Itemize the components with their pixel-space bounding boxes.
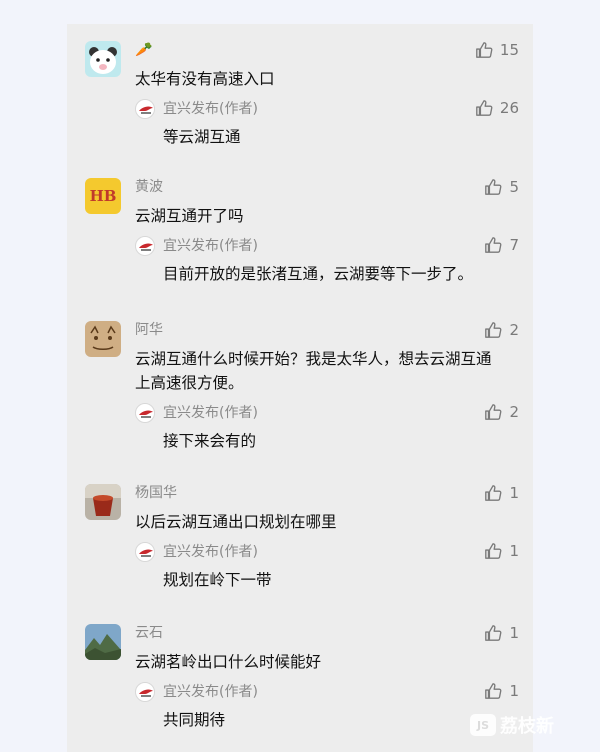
like-count: 1 <box>509 682 519 700</box>
reply-like-button[interactable]: 7 <box>484 236 519 254</box>
author-logo[interactable] <box>135 682 155 702</box>
avatar-panda[interactable] <box>85 41 121 77</box>
reply-author[interactable]: 宜兴发布(作者) <box>163 237 258 255</box>
reply-text: 接下来会有的 <box>163 432 257 450</box>
like-count: 2 <box>509 321 519 339</box>
comment-username[interactable]: 阿华 <box>135 321 163 339</box>
thumbs-up-icon <box>485 404 502 420</box>
reply-author[interactable]: 宜兴发布(作者) <box>163 404 258 422</box>
thumbs-up-icon <box>485 237 502 253</box>
comment-username[interactable]: 🥕 <box>135 41 152 59</box>
like-count: 15 <box>499 41 519 59</box>
reply-author[interactable]: 宜兴发布(作者) <box>163 100 258 118</box>
like-count: 2 <box>509 403 519 421</box>
thumbs-up-icon <box>476 100 493 116</box>
like-count: 1 <box>509 542 519 560</box>
comment-text: 太华有没有高速入口 <box>135 70 275 88</box>
comment-username[interactable]: 黄波 <box>135 178 163 196</box>
avatar-sketch[interactable] <box>85 321 121 357</box>
reply-text: 规划在岭下一带 <box>163 571 272 589</box>
avatar-text: HB <box>89 187 117 205</box>
thumbs-up-icon <box>485 543 502 559</box>
reply-author[interactable]: 宜兴发布(作者) <box>163 543 258 561</box>
author-logo[interactable] <box>135 403 155 423</box>
reply-like-button[interactable]: 26 <box>475 99 519 117</box>
comment-text: 云湖茗岭出口什么时候能好 <box>135 653 322 671</box>
comment-text: 以后云湖互通出口规划在哪里 <box>135 513 337 531</box>
thumbs-up-icon <box>485 179 502 195</box>
watermark-badge: JS <box>470 714 496 736</box>
reply-text: 等云湖互通 <box>163 128 241 146</box>
reply-like-button[interactable]: 1 <box>484 682 519 700</box>
like-count: 5 <box>509 178 519 196</box>
like-button[interactable]: 1 <box>484 624 519 642</box>
thumbs-up-icon <box>485 322 502 338</box>
comments-panel: 🥕 太华有没有高速入口 15 宜兴发布(作者) 等云湖互通 26 HB 黄波 云… <box>67 24 533 752</box>
like-count: 1 <box>509 484 519 502</box>
thumbs-up-icon <box>485 625 502 641</box>
reply-text: 共同期待 <box>163 711 226 729</box>
reply-text: 目前开放的是张渚互通，云湖要等下一步了。 <box>163 265 474 283</box>
author-logo[interactable] <box>135 236 155 256</box>
reply-like-button[interactable]: 1 <box>484 542 519 560</box>
comment-username[interactable]: 杨国华 <box>135 484 177 502</box>
like-count: 26 <box>499 99 519 117</box>
thumbs-up-icon <box>485 485 502 501</box>
like-count: 1 <box>509 624 519 642</box>
comment-username[interactable]: 云石 <box>135 624 163 642</box>
author-logo[interactable] <box>135 542 155 562</box>
comment-text: 云湖互通什么时候开始？我是太华人，想去云湖互通上高速很方便。 <box>135 350 492 392</box>
watermark: JS 荔枝新 <box>470 712 554 738</box>
like-button[interactable]: 5 <box>484 178 519 196</box>
thumbs-up-icon <box>485 683 502 699</box>
avatar-hb[interactable]: HB <box>85 178 121 214</box>
like-button[interactable]: 1 <box>484 484 519 502</box>
reply-like-button[interactable]: 2 <box>484 403 519 421</box>
author-logo[interactable] <box>135 99 155 119</box>
like-count: 7 <box>509 236 519 254</box>
like-button[interactable]: 2 <box>484 321 519 339</box>
comment-text: 云湖互通开了吗 <box>135 207 244 225</box>
like-button[interactable]: 15 <box>475 41 519 59</box>
reply-author[interactable]: 宜兴发布(作者) <box>163 683 258 701</box>
avatar-tea[interactable] <box>85 484 121 520</box>
avatar-mountain[interactable] <box>85 624 121 660</box>
watermark-text: 荔枝新 <box>500 716 554 737</box>
thumbs-up-icon <box>476 42 493 58</box>
